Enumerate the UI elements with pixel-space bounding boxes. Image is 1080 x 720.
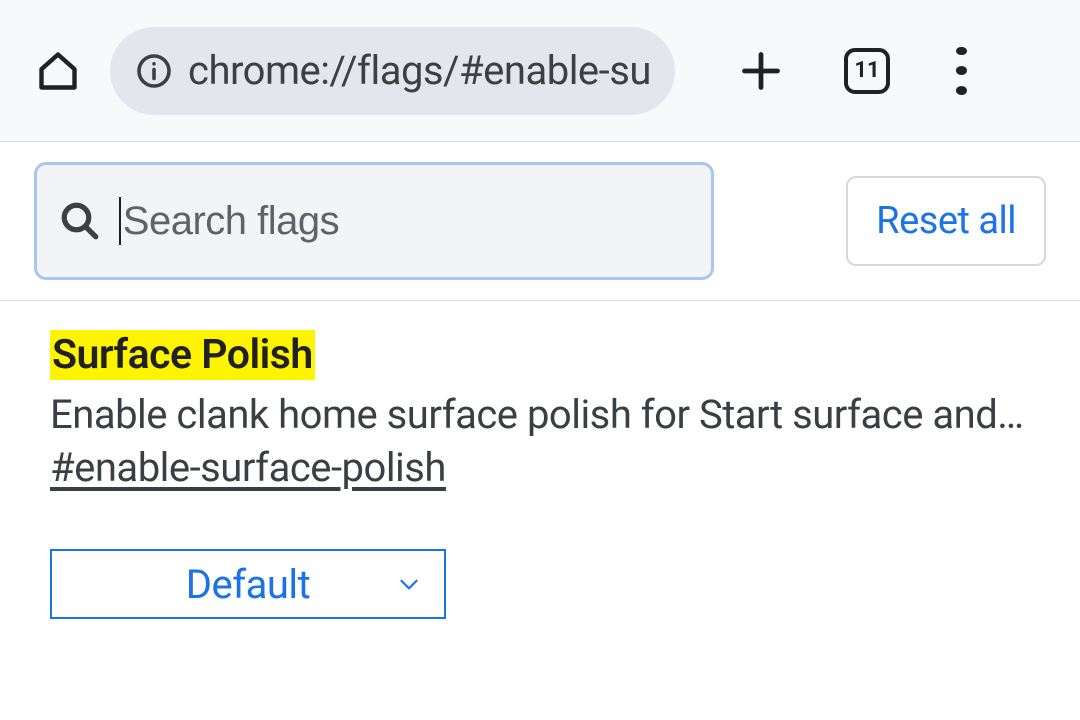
tab-count-badge: 11 (844, 48, 890, 94)
reset-all-button[interactable]: Reset all (846, 176, 1046, 266)
home-button[interactable] (34, 47, 82, 95)
plus-icon (739, 49, 783, 93)
text-cursor (119, 197, 121, 245)
flag-anchor-link[interactable]: #enable-surface-polish (50, 444, 1030, 491)
address-bar[interactable]: chrome://flags/#enable-sur (110, 27, 675, 115)
flag-title-row: Surface Polish (50, 331, 1030, 379)
site-info-icon (136, 53, 172, 89)
flag-state-select[interactable]: Default (50, 549, 446, 619)
home-icon (36, 49, 80, 93)
more-vert-icon (956, 47, 967, 56)
more-vert-icon (956, 86, 967, 95)
more-vert-icon (956, 66, 967, 75)
flag-entry: Surface Polish Enable clank home surface… (0, 301, 1080, 639)
flag-state-value: Default (186, 561, 311, 608)
search-row: Reset all (0, 142, 1080, 301)
search-flags-box[interactable] (34, 162, 714, 280)
flag-title: Surface Polish (50, 330, 315, 380)
search-flags-input[interactable] (123, 199, 689, 244)
flag-description: Enable clank home surface polish for Sta… (50, 391, 1030, 438)
overflow-menu-button[interactable] (937, 47, 985, 95)
browser-toolbar: chrome://flags/#enable-sur 11 (0, 0, 1080, 142)
tab-switcher-button[interactable]: 11 (843, 47, 891, 95)
url-text: chrome://flags/#enable-sur (188, 47, 649, 94)
chevron-down-icon (396, 571, 422, 597)
new-tab-button[interactable] (737, 47, 785, 95)
search-icon (59, 200, 101, 242)
